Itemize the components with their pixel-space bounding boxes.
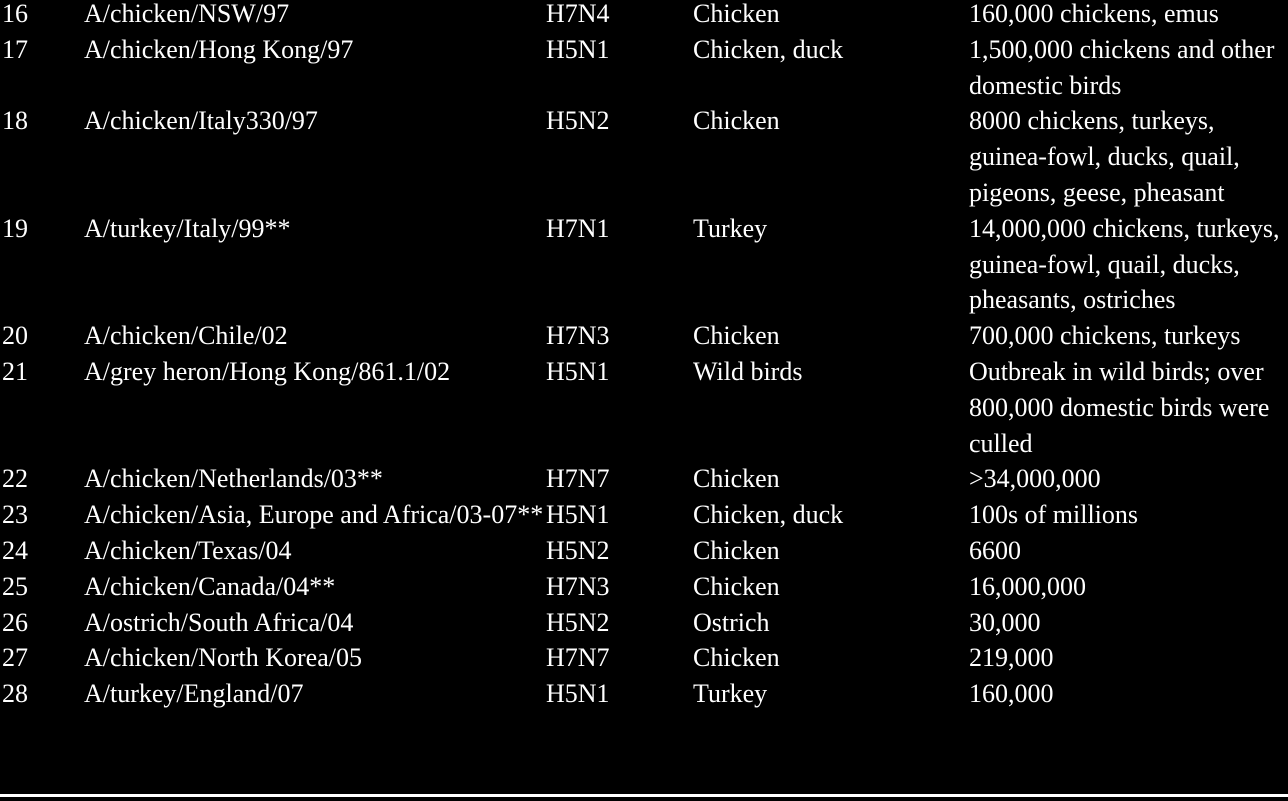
birds-affected: 100s of millions bbox=[969, 500, 1139, 530]
host-species: Chicken bbox=[693, 106, 780, 136]
table-row: 25 A/chicken/Canada/04** H7N3 Chicken 16… bbox=[0, 569, 1288, 605]
table-row: 23 A/chicken/Asia, Europe and Africa/03-… bbox=[0, 497, 1288, 533]
subtype: H7N4 bbox=[546, 0, 610, 28]
host-species: Ostrich bbox=[693, 607, 770, 637]
table-row: 20 A/chicken/Chile/02 H7N3 Chicken 700,0… bbox=[0, 318, 1288, 354]
virus-strain: A/ostrich/South Africa/04 bbox=[84, 607, 354, 637]
virus-strain: A/turkey/Italy/99** bbox=[84, 213, 291, 243]
host-species: Chicken, duck bbox=[693, 34, 844, 64]
virus-strain: A/grey heron/Hong Kong/861.1/02 bbox=[84, 356, 451, 386]
outbreak-table: 16 A/chicken/NSW/97 H7N4 Chicken 160,000… bbox=[0, 0, 1288, 712]
subtype: H5N1 bbox=[546, 679, 610, 709]
virus-strain: A/chicken/Asia, Europe and Africa/03-07*… bbox=[84, 500, 544, 530]
row-number: 25 bbox=[2, 571, 28, 601]
host-species: Turkey bbox=[693, 213, 768, 243]
table-row: 18 A/chicken/Italy330/97 H5N2 Chicken 80… bbox=[0, 103, 1288, 210]
row-number: 27 bbox=[2, 643, 28, 673]
row-number: 23 bbox=[2, 500, 28, 530]
table-row: 27 A/chicken/North Korea/05 H7N7 Chicken… bbox=[0, 640, 1288, 676]
table-row: 28 A/turkey/England/07 H5N1 Turkey 160,0… bbox=[0, 676, 1288, 712]
birds-affected: 1,500,000 chickens and other domestic bi… bbox=[969, 34, 1275, 100]
subtype: H5N1 bbox=[546, 34, 610, 64]
subtype: H5N2 bbox=[546, 535, 610, 565]
virus-strain: A/chicken/Chile/02 bbox=[84, 321, 288, 351]
subtype: H7N3 bbox=[546, 571, 610, 601]
subtype: H7N3 bbox=[546, 321, 610, 351]
subtype: H5N2 bbox=[546, 106, 610, 136]
row-number: 17 bbox=[2, 34, 28, 64]
host-species: Chicken bbox=[693, 0, 780, 28]
subtype: H5N1 bbox=[546, 500, 610, 530]
birds-affected: 160,000 chickens, emus bbox=[969, 0, 1219, 28]
host-species: Chicken bbox=[693, 535, 780, 565]
table-row: 26 A/ostrich/South Africa/04 H5N2 Ostric… bbox=[0, 605, 1288, 641]
table-row: 22 A/chicken/Netherlands/03** H7N7 Chick… bbox=[0, 461, 1288, 497]
virus-strain: A/chicken/Netherlands/03** bbox=[84, 464, 383, 494]
row-number: 19 bbox=[2, 213, 28, 243]
table-row: 19 A/turkey/Italy/99** H7N1 Turkey 14,00… bbox=[0, 211, 1288, 318]
host-species: Chicken bbox=[693, 571, 780, 601]
birds-affected: 160,000 bbox=[969, 679, 1054, 709]
host-species: Chicken, duck bbox=[693, 500, 844, 530]
table-row: 21 A/grey heron/Hong Kong/861.1/02 H5N1 … bbox=[0, 354, 1288, 461]
host-species: Chicken bbox=[693, 643, 780, 673]
row-number: 18 bbox=[2, 106, 28, 136]
virus-strain: A/chicken/North Korea/05 bbox=[84, 643, 362, 673]
virus-strain: A/turkey/England/07 bbox=[84, 679, 304, 709]
virus-strain: A/chicken/NSW/97 bbox=[84, 0, 290, 28]
table-bottom-rule bbox=[0, 794, 1288, 797]
birds-affected: >34,000,000 bbox=[969, 464, 1101, 494]
host-species: Turkey bbox=[693, 679, 768, 709]
birds-affected: 16,000,000 bbox=[969, 571, 1086, 601]
host-species: Chicken bbox=[693, 321, 780, 351]
virus-strain: A/chicken/Texas/04 bbox=[84, 535, 292, 565]
virus-strain: A/chicken/Italy330/97 bbox=[84, 106, 318, 136]
birds-affected: Outbreak in wild birds; over 800,000 dom… bbox=[969, 356, 1270, 458]
row-number: 21 bbox=[2, 356, 28, 386]
virus-strain: A/chicken/Canada/04** bbox=[84, 571, 336, 601]
birds-affected: 8000 chickens, turkeys, guinea-fowl, duc… bbox=[969, 106, 1240, 207]
table-body: 16 A/chicken/NSW/97 H7N4 Chicken 160,000… bbox=[0, 0, 1288, 712]
table-row: 17 A/chicken/Hong Kong/97 H5N1 Chicken, … bbox=[0, 32, 1288, 104]
row-number: 26 bbox=[2, 607, 28, 637]
row-number: 20 bbox=[2, 321, 28, 351]
table-row: 24 A/chicken/Texas/04 H5N2 Chicken 6600 bbox=[0, 533, 1288, 569]
birds-affected: 30,000 bbox=[969, 607, 1041, 637]
table-row: 16 A/chicken/NSW/97 H7N4 Chicken 160,000… bbox=[0, 0, 1288, 32]
host-species: Chicken bbox=[693, 464, 780, 494]
birds-affected: 700,000 chickens, turkeys bbox=[969, 321, 1241, 351]
row-number: 24 bbox=[2, 535, 28, 565]
birds-affected: 6600 bbox=[969, 535, 1021, 565]
subtype: H7N1 bbox=[546, 213, 610, 243]
row-number: 22 bbox=[2, 464, 28, 494]
subtype: H5N2 bbox=[546, 607, 610, 637]
host-species: Wild birds bbox=[693, 356, 803, 386]
subtype: H7N7 bbox=[546, 643, 610, 673]
row-number: 16 bbox=[2, 0, 28, 28]
subtype: H7N7 bbox=[546, 464, 610, 494]
subtype: H5N1 bbox=[546, 356, 610, 386]
virus-strain: A/chicken/Hong Kong/97 bbox=[84, 34, 354, 64]
birds-affected: 219,000 bbox=[969, 643, 1054, 673]
birds-affected: 14,000,000 chickens, turkeys, guinea-fow… bbox=[969, 213, 1280, 315]
row-number: 28 bbox=[2, 679, 28, 709]
